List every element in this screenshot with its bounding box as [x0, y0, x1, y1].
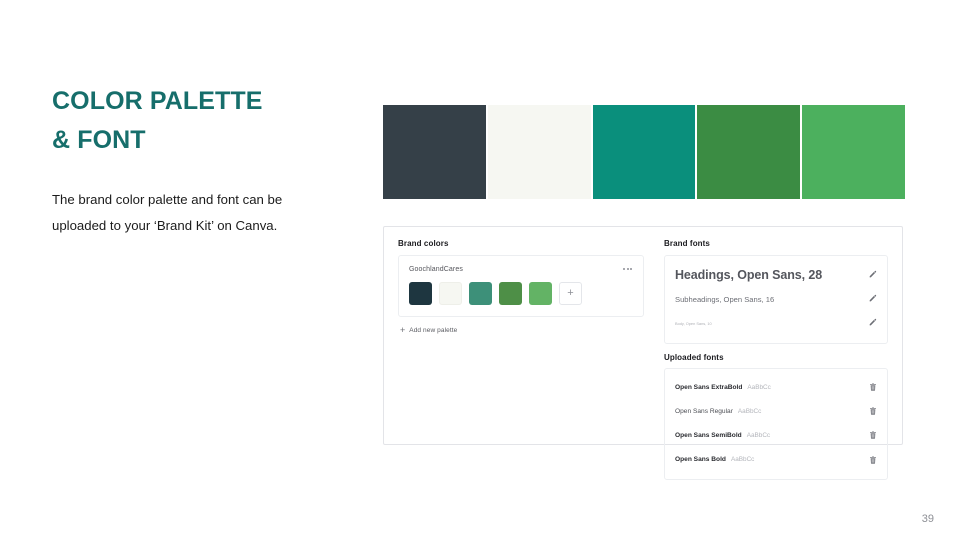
pencil-icon[interactable]: [868, 314, 877, 332]
page-number: 39: [921, 513, 934, 525]
uploaded-font-name: Open Sans ExtraBold: [675, 383, 743, 391]
trash-icon[interactable]: [869, 402, 877, 420]
font-row[interactable]: Subheadings, Open Sans, 16: [675, 287, 877, 311]
palette-swatch-teal[interactable]: [469, 282, 492, 305]
uploaded-font-name: Open Sans Regular: [675, 407, 733, 415]
palette-swatch-dark-green[interactable]: [499, 282, 522, 305]
color-swatch-teal: [592, 105, 696, 199]
brand-colors-heading: Brand colors: [398, 239, 449, 248]
trash-icon[interactable]: [869, 451, 877, 469]
palette-card-header: GoochlandCares: [409, 265, 633, 273]
pencil-icon[interactable]: [868, 266, 877, 284]
brand-fonts-heading: Brand fonts: [664, 239, 710, 248]
uploaded-font-name: Open Sans SemiBold: [675, 431, 742, 439]
brand-color-swatch-strip: [383, 105, 905, 199]
three-dots-icon[interactable]: [622, 265, 633, 273]
add-new-palette-button[interactable]: + Add new palette: [398, 326, 644, 335]
subheading-font-label: Subheadings, Open Sans, 16: [675, 294, 775, 304]
uploaded-font-row[interactable]: Open Sans SemiBold AaBbCc: [675, 423, 877, 447]
palette-name: GoochlandCares: [409, 265, 463, 273]
brand-colors-section: Brand colors GoochlandCares + + Add new …: [398, 239, 656, 434]
color-swatch-dark-slate: [383, 105, 486, 199]
uploaded-font-preview: AaBbCc: [730, 456, 755, 464]
uploaded-font-row[interactable]: Open Sans Regular AaBbCc: [675, 399, 877, 423]
heading-font-label: Headings, Open Sans, 28: [675, 268, 823, 282]
uploaded-font-row[interactable]: Open Sans ExtraBold AaBbCc: [675, 375, 877, 399]
uploaded-fonts-card: Open Sans ExtraBold AaBbCc Open Sans Reg…: [664, 368, 888, 480]
uploaded-font-labels: Open Sans Regular AaBbCc: [675, 408, 761, 415]
brand-fonts-section: Brand fonts Headings, Open Sans, 28 Subh…: [656, 239, 888, 480]
trash-icon[interactable]: [869, 378, 877, 396]
color-swatch-mid-green: [802, 105, 905, 199]
slide-text-column: COLOR PALETTE & FONT The brand color pal…: [52, 82, 342, 240]
add-new-palette-label: Add new palette: [409, 327, 458, 334]
palette-swatch-mid-green[interactable]: [529, 282, 552, 305]
brand-fonts-card: Headings, Open Sans, 28 Subheadings, Ope…: [664, 255, 888, 344]
trash-icon[interactable]: [869, 426, 877, 444]
canva-brand-kit-panel: Brand colors GoochlandCares + + Add new …: [383, 226, 903, 480]
uploaded-font-name: Open Sans Bold: [675, 456, 726, 464]
uploaded-font-labels: Open Sans ExtraBold AaBbCc: [675, 384, 771, 391]
font-row[interactable]: Body, Open Sans, 10: [675, 311, 877, 335]
page-title: COLOR PALETTE & FONT: [52, 87, 263, 154]
plus-icon: +: [400, 325, 406, 335]
uploaded-font-preview: AaBbCc: [747, 383, 771, 391]
body-font-label: Body, Open Sans, 10: [675, 320, 712, 326]
uploaded-font-labels: Open Sans SemiBold AaBbCc: [675, 432, 770, 439]
uploaded-font-preview: AaBbCc: [746, 431, 771, 439]
uploaded-font-row[interactable]: Open Sans Bold AaBbCc: [675, 448, 877, 472]
palette-swatch-row: +: [409, 282, 633, 305]
palette-swatch-dark-slate[interactable]: [409, 282, 432, 305]
palette-card: GoochlandCares +: [398, 255, 644, 317]
uploaded-font-preview: AaBbCc: [737, 407, 762, 415]
color-swatch-off-white: [487, 105, 591, 199]
font-row[interactable]: Headings, Open Sans, 28: [675, 263, 877, 287]
color-swatch-dark-green: [697, 105, 801, 199]
add-color-button[interactable]: +: [559, 282, 582, 305]
slide-body-text: The brand color palette and font can be …: [52, 191, 283, 234]
pencil-icon[interactable]: [868, 290, 877, 308]
uploaded-font-labels: Open Sans Bold AaBbCc: [675, 456, 754, 463]
uploaded-fonts-heading: Uploaded fonts: [664, 353, 724, 362]
palette-swatch-off-white[interactable]: [439, 282, 462, 305]
